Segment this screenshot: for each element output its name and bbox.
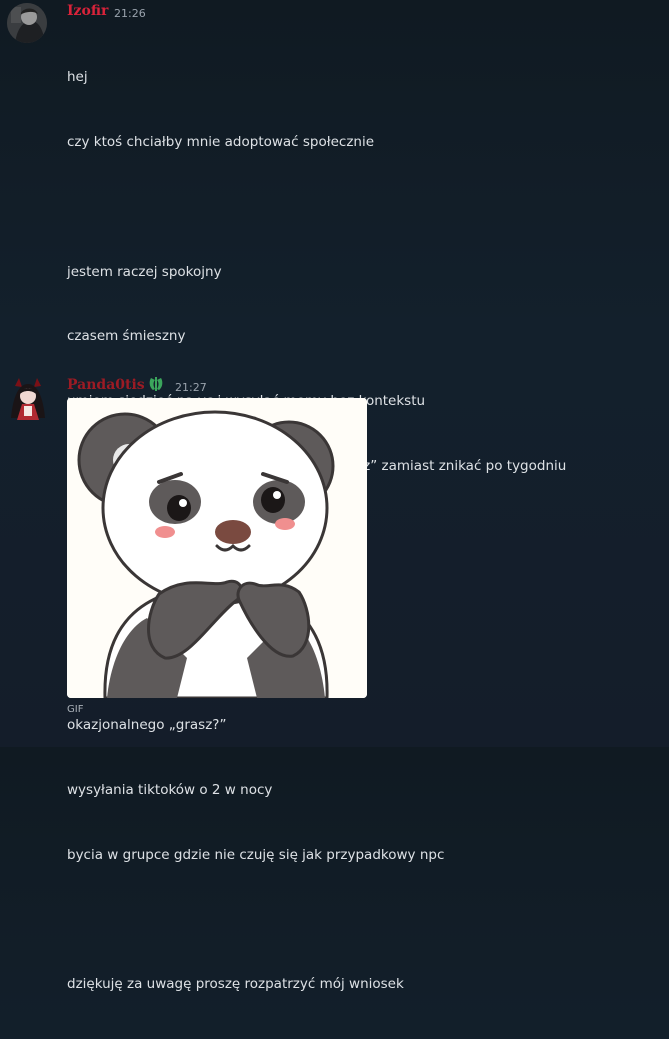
message-izofir: Izofir 21:26 hej czy ktoś chciałby mnie …	[0, 0, 669, 992]
message-line: dziękuję za uwagę proszę rozpatrzyć mój …	[67, 976, 404, 993]
author-name[interactable]: Panda0tis	[67, 377, 145, 393]
message-line	[67, 909, 566, 931]
timestamp: 21:26	[114, 7, 146, 20]
message-line	[67, 197, 566, 219]
timestamp: 21:27	[175, 381, 207, 394]
gif-label: GIF	[67, 704, 84, 715]
avatar[interactable]	[7, 3, 47, 43]
message-line: czy ktoś chciałby mnie adoptować społecz…	[67, 133, 375, 150]
message-line: jestem raczej spokojny	[67, 263, 222, 280]
author-name[interactable]: Izofir	[67, 3, 108, 19]
gif-attachment[interactable]	[67, 398, 367, 698]
avatar[interactable]	[5, 376, 51, 422]
user-avatar-icon	[7, 3, 47, 43]
message-line: wysyłania tiktoków o 2 w nocy	[67, 781, 273, 798]
message-line: bycia w grupce gdzie nie czuję się jak p…	[67, 846, 445, 863]
message-line: hej	[67, 69, 88, 86]
message-line: czasem śmieszny	[67, 328, 186, 345]
panda-gif-image	[67, 398, 367, 698]
user-avatar-icon	[11, 378, 45, 420]
leaf-badge-icon	[147, 375, 165, 393]
